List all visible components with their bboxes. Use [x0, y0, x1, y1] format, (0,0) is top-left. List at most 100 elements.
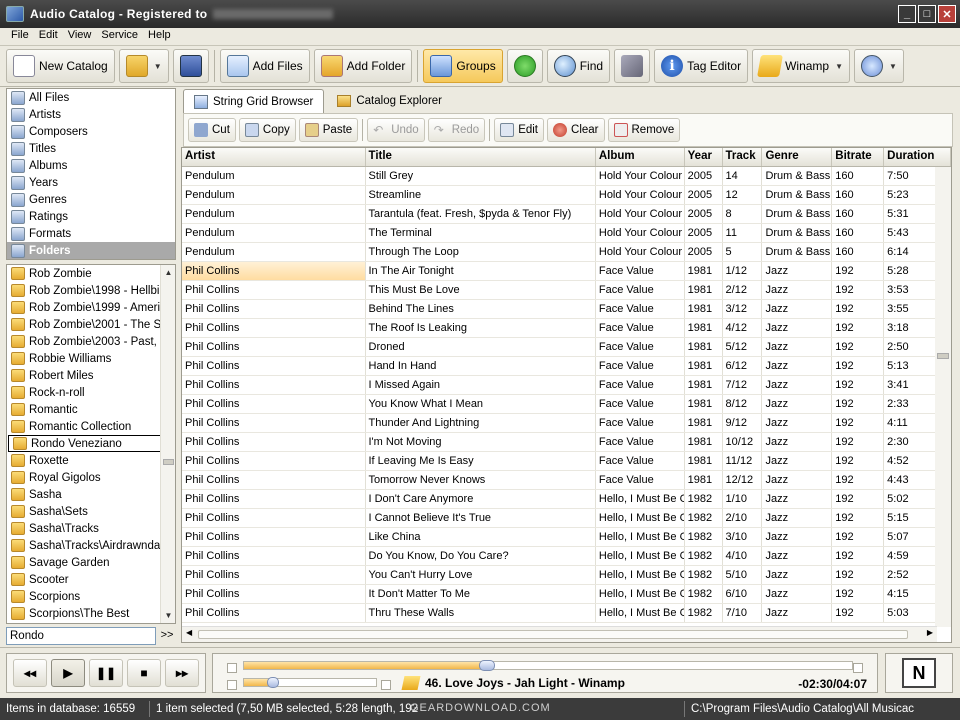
group-item[interactable]: Artists [7, 106, 175, 123]
folder-search-input[interactable]: Rondo [6, 627, 156, 645]
table-row[interactable]: Phil Collins This Must Be Love Face Value 1… [182, 281, 951, 300]
volume-slider[interactable] [243, 677, 377, 688]
group-item[interactable]: Years [7, 174, 175, 191]
group-item[interactable]: Titles [7, 140, 175, 157]
table-row[interactable]: Phil Collins You Can't Hurry Love Hello, I… [182, 566, 951, 585]
menu-help[interactable]: Help [143, 28, 176, 44]
folder-item[interactable]: Roxette [7, 452, 161, 469]
folder-item[interactable]: Rob Zombie\2003 - Past, Present [7, 333, 161, 350]
folder-item[interactable]: Robbie Williams [7, 350, 161, 367]
folder-item[interactable]: Rock-n-roll [7, 384, 161, 401]
folder-item[interactable]: Scorpions\The Best [7, 605, 161, 622]
folder-item[interactable]: Sasha\Sets [7, 503, 161, 520]
stop-button[interactable]: ■ [127, 659, 161, 687]
table-row[interactable]: Phil Collins It Don't Matter To Me Hello, … [182, 585, 951, 604]
mute-checkbox[interactable] [227, 680, 237, 690]
table-row[interactable]: Phil Collins I Don't Care Anymore Hello, I… [182, 490, 951, 509]
column-header[interactable]: Genre [762, 148, 833, 166]
folder-item[interactable]: Sasha [7, 486, 161, 503]
table-row[interactable]: Phil Collins Thru These Walls Hello, I Mus… [182, 604, 951, 623]
scroll-left-icon[interactable]: ◀ [186, 628, 192, 637]
table-row[interactable]: Pendulum Tarantula (feat. Fresh, $pyda & … [182, 205, 951, 224]
grid-vertical-scrollbar[interactable] [935, 167, 951, 627]
scroll-right-icon[interactable]: ▶ [927, 628, 933, 637]
table-row[interactable]: Phil Collins If Leaving Me Is Easy Face Va… [182, 452, 951, 471]
column-header[interactable]: Album [596, 148, 685, 166]
table-row[interactable]: Phil Collins Hand In Hand Face Value 1981 6/… [182, 357, 951, 376]
column-header[interactable]: Artist [182, 148, 366, 166]
next-button[interactable]: ▸▸ [165, 659, 199, 687]
volume-handle[interactable] [267, 677, 280, 688]
group-item[interactable]: Folders [7, 242, 175, 259]
maximize-button[interactable]: □ [918, 5, 936, 23]
folder-item[interactable]: Scorpions [7, 588, 161, 605]
table-row[interactable]: Pendulum Through The Loop Hold Your Colour… [182, 243, 951, 262]
previous-button[interactable]: ◂◂ [13, 659, 47, 687]
group-item[interactable]: Formats [7, 225, 175, 242]
folder-item[interactable]: Rob Zombie\1999 - American [7, 299, 161, 316]
media-player-button[interactable]: ▼ [854, 49, 904, 83]
scroll-up-icon[interactable]: ▲ [161, 265, 175, 280]
add-folder-button[interactable]: Add Folder [313, 49, 413, 83]
play-button[interactable]: ▶ [51, 659, 85, 687]
tab-catalog-explorer[interactable]: Catalog Explorer [326, 89, 453, 113]
folder-item[interactable]: Rob Zombie\2001 - The Sinister [7, 316, 161, 333]
redo-button[interactable]: ↷ Redo [427, 118, 486, 142]
group-item[interactable]: Albums [7, 157, 175, 174]
repeat-checkbox[interactable] [227, 663, 237, 673]
folder-item[interactable]: Rob Zombie [7, 265, 161, 282]
undo-button[interactable]: ↶ Undo [367, 118, 425, 142]
table-row[interactable]: Phil Collins Do You Know, Do You Care? Hel… [182, 547, 951, 566]
table-row[interactable]: Pendulum Still Grey Hold Your Colour 2005 14… [182, 167, 951, 186]
shuffle-checkbox[interactable] [853, 663, 863, 673]
save-button[interactable] [172, 49, 209, 83]
group-item[interactable]: All Files [7, 89, 175, 106]
cut-button[interactable]: Cut [188, 118, 236, 142]
column-header[interactable]: Duration [884, 148, 951, 166]
menu-file[interactable]: File [6, 28, 34, 44]
folder-item[interactable]: Rondo Veneziano [8, 435, 162, 452]
menu-view[interactable]: View [63, 28, 97, 44]
seek-bar[interactable] [243, 660, 853, 671]
edit-button[interactable]: Edit [494, 118, 545, 142]
table-row[interactable]: Phil Collins I Missed Again Face Value 1981… [182, 376, 951, 395]
groups-button[interactable]: Groups [423, 49, 503, 83]
grid-horizontal-scrollbar[interactable]: ◀ ▶ [182, 626, 937, 642]
copy-button[interactable]: Copy [238, 118, 296, 142]
scroll-thumb[interactable] [163, 459, 174, 465]
folder-search-go-button[interactable]: >> [158, 627, 176, 645]
table-row[interactable]: Phil Collins Droned Face Value 1981 5/12 Jazz… [182, 338, 951, 357]
scroll-thumb[interactable] [937, 353, 949, 359]
folder-item[interactable]: Rob Zombie\1998 - Hellbilly [7, 282, 161, 299]
folder-item[interactable]: Sasha\Tracks [7, 520, 161, 537]
option-checkbox[interactable] [381, 680, 391, 690]
folder-item[interactable]: Robert Miles [7, 367, 161, 384]
group-item[interactable]: Genres [7, 191, 175, 208]
table-row[interactable]: Phil Collins Tomorrow Never Knows Face Val… [182, 471, 951, 490]
seek-handle[interactable] [479, 660, 496, 671]
table-row[interactable]: Phil Collins Like China Hello, I Must Be G… [182, 528, 951, 547]
column-header[interactable]: Year [685, 148, 723, 166]
column-header[interactable]: Track [723, 148, 763, 166]
clear-button[interactable]: Clear [547, 118, 605, 142]
table-row[interactable]: Phil Collins Thunder And Lightning Face Va… [182, 414, 951, 433]
tag-editor-button[interactable]: i Tag Editor [654, 49, 749, 83]
pause-button[interactable]: ❚❚ [89, 659, 123, 687]
find-button[interactable]: Find [546, 49, 611, 83]
add-files-button[interactable]: Add Files [219, 49, 310, 83]
open-button[interactable]: ▼ [118, 49, 169, 83]
folder-item[interactable]: Savage Garden [7, 554, 161, 571]
scroll-down-icon[interactable]: ▼ [161, 608, 175, 623]
group-item[interactable]: Ratings [7, 208, 175, 225]
folder-item[interactable]: Scooter [7, 571, 161, 588]
folder-item[interactable]: Royal Gigolos [7, 469, 161, 486]
folders-scrollbar[interactable]: ▲ ▼ [160, 265, 175, 623]
scroll-thumb[interactable] [198, 630, 908, 639]
folder-item[interactable]: Sasha\Tracks\Airdrawndagger [7, 537, 161, 554]
tab-string-grid-browser[interactable]: String Grid Browser [183, 89, 325, 113]
menu-edit[interactable]: Edit [34, 28, 63, 44]
table-row[interactable]: Phil Collins Behind The Lines Face Value 19… [182, 300, 951, 319]
column-header[interactable]: Title [366, 148, 596, 166]
table-row[interactable]: Phil Collins I Cannot Believe It's True He… [182, 509, 951, 528]
table-row[interactable]: Phil Collins In The Air Tonight Face Value… [182, 262, 951, 281]
